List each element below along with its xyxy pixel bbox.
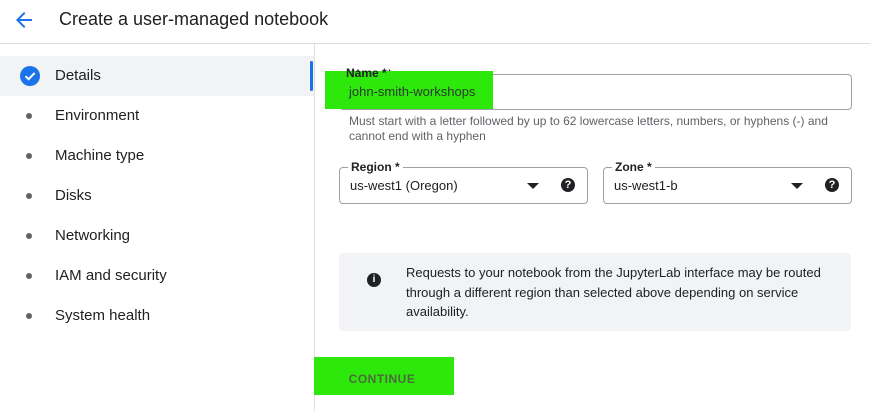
sidebar-item-label: Disks: [55, 187, 92, 204]
sidebar-item-system-health[interactable]: System health: [0, 296, 314, 336]
sidebar-item-environment[interactable]: Environment: [0, 96, 314, 136]
bullet-icon: [26, 233, 32, 239]
active-indicator: [310, 61, 313, 91]
dropdown-arrow-icon[interactable]: [527, 183, 539, 189]
name-field-value[interactable]: john-smith-workshops: [349, 84, 475, 99]
sidebar-item-iam-and-security[interactable]: IAM and security: [0, 256, 314, 296]
region-select[interactable]: Region * us-west1 (Oregon) ?: [339, 160, 588, 204]
name-field-label-overlay: Name *: [346, 66, 387, 80]
sidebar-item-label: Networking: [55, 227, 131, 244]
bullet-icon: [26, 313, 32, 319]
info-banner-text: Requests to your notebook from the Jupyt…: [406, 265, 821, 319]
help-icon[interactable]: ?: [561, 178, 575, 192]
page-title: Create a user-managed notebook: [59, 9, 329, 29]
sidebar-item-disks[interactable]: Disks: [0, 176, 314, 216]
sidebar-item-label: System health: [55, 307, 151, 324]
zone-select[interactable]: Zone * us-west1-b ?: [603, 160, 852, 204]
region-field-label: Region *: [348, 160, 403, 174]
sidebar-item-label: Machine type: [55, 147, 145, 164]
sidebar-item-label: IAM and security: [55, 267, 167, 284]
sidebar-item-details[interactable]: Details: [0, 56, 314, 96]
bullet-icon: [26, 193, 32, 199]
info-banner: i Requests to your notebook from the Jup…: [339, 253, 851, 331]
name-hint-text: Must start with a letter followed by up …: [349, 114, 828, 143]
sidebar-item-machine-type[interactable]: Machine type: [0, 136, 314, 176]
sidebar-item-label: Environment: [55, 107, 140, 124]
sidebar: Details Environment Machine type Disks N…: [0, 44, 315, 411]
sidebar-item-label: Details: [55, 67, 101, 84]
bullet-icon: [26, 153, 32, 159]
bullet-icon: [26, 113, 32, 119]
help-icon[interactable]: ?: [825, 178, 839, 192]
sidebar-item-networking[interactable]: Networking: [0, 216, 314, 256]
dropdown-arrow-icon[interactable]: [791, 183, 803, 189]
zone-field-value: us-west1-b: [614, 178, 678, 193]
back-arrow-icon[interactable]: [12, 8, 36, 32]
region-field-value: us-west1 (Oregon): [350, 178, 458, 193]
info-icon: i: [367, 273, 381, 287]
page-header: Create a user-managed notebook: [0, 0, 870, 44]
bullet-icon: [26, 273, 32, 279]
continue-button[interactable]: CONTINUE: [339, 364, 425, 394]
zone-field-label: Zone *: [612, 160, 655, 174]
check-circle-icon: [20, 66, 40, 86]
